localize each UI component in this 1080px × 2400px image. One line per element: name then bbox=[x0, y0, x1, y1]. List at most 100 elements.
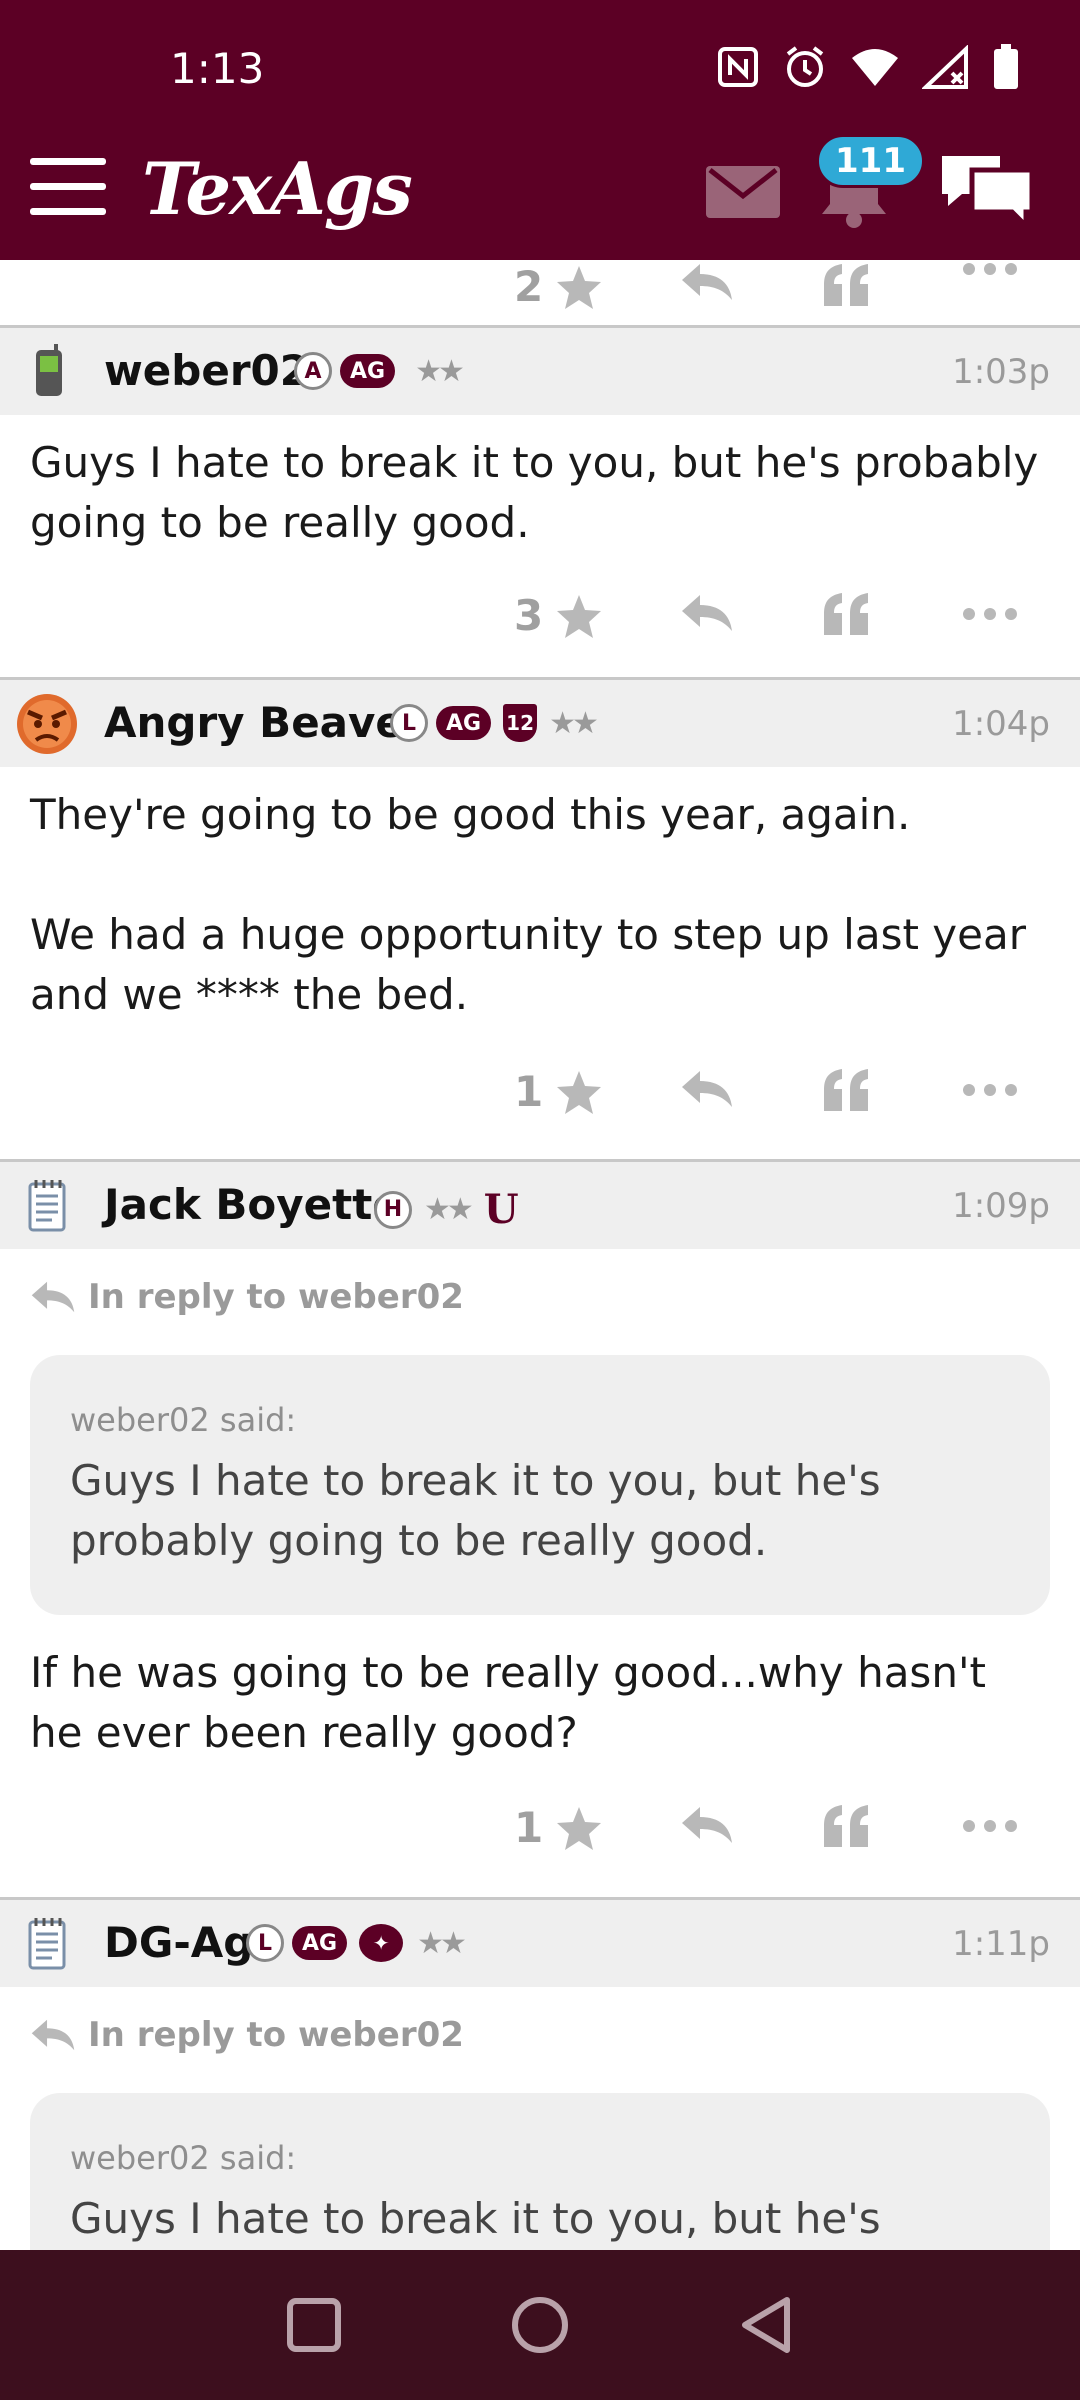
post-header: DG-Ag L AG ✦ ★★ 1:11p bbox=[0, 1900, 1080, 1987]
notification-count-badge: 111 bbox=[816, 134, 925, 188]
nfc-icon bbox=[718, 47, 758, 87]
user-badges: A AG ★★ bbox=[294, 352, 465, 390]
post-time: 1:04p bbox=[952, 704, 1050, 744]
badge-ag: AG bbox=[436, 706, 492, 740]
badge-a: A bbox=[294, 352, 332, 390]
quote-attribution: weber02 said: bbox=[70, 1401, 297, 1439]
quote-text: Guys I hate to break it to you, but he's… bbox=[70, 1456, 881, 1565]
user-badges: L AG 12 ★★ bbox=[390, 704, 599, 742]
like-count: 2 bbox=[514, 262, 544, 311]
like-button[interactable]: 3 bbox=[514, 591, 603, 640]
more-options-button[interactable] bbox=[962, 1083, 1018, 1097]
username[interactable]: DG-Ag bbox=[104, 1918, 253, 1967]
thread-feed[interactable]: 2 weber02 A AG ★★ 1:03p Guys I hate to b… bbox=[0, 260, 1080, 2250]
quote-button[interactable] bbox=[822, 262, 870, 306]
quoted-post: weber02 said: Guys I hate to break it to… bbox=[30, 1355, 1050, 1615]
post: Angry Beaver L AG 12 ★★ 1:04p They're go… bbox=[0, 680, 1080, 1159]
quote-icon bbox=[824, 1069, 868, 1111]
like-button[interactable]: 1 bbox=[514, 1067, 603, 1116]
quote-button[interactable] bbox=[822, 1067, 870, 1111]
post: weber02 A AG ★★ 1:03p Guys I hate to bre… bbox=[0, 328, 1080, 677]
post-time: 1:09p bbox=[952, 1186, 1050, 1226]
post-body: Guys I hate to break it to you, but he's… bbox=[30, 438, 1039, 547]
quote-icon bbox=[824, 1805, 868, 1847]
like-button[interactable]: 1 bbox=[514, 1803, 603, 1852]
badge-ag: AG bbox=[340, 354, 396, 388]
system-navigation-bar bbox=[0, 2250, 1080, 2400]
like-count: 3 bbox=[514, 591, 544, 640]
quote-text: Guys I hate to break it to you, but he's bbox=[70, 2194, 881, 2243]
recents-icon[interactable] bbox=[287, 2298, 341, 2352]
reply-button[interactable] bbox=[680, 262, 734, 302]
quote-button[interactable] bbox=[822, 591, 870, 635]
post-actions: 3 bbox=[0, 553, 1080, 677]
mascot-badge-icon: ✦ bbox=[359, 1924, 404, 1962]
battery-icon bbox=[994, 44, 1018, 89]
menu-button[interactable] bbox=[30, 158, 106, 215]
home-icon[interactable] bbox=[511, 2296, 569, 2354]
more-options-button[interactable] bbox=[962, 1819, 1018, 1833]
username[interactable]: Jack Boyette bbox=[104, 1180, 401, 1229]
username[interactable]: Angry Beaver bbox=[104, 698, 425, 747]
reply-button[interactable] bbox=[680, 593, 734, 633]
reply-icon bbox=[682, 1807, 732, 1843]
notepad-icon[interactable] bbox=[18, 1176, 78, 1236]
more-icon bbox=[963, 263, 1017, 275]
star-rating: ★★ bbox=[424, 1192, 474, 1227]
signal-icon bbox=[922, 45, 968, 89]
post: Jack Boyette H ★★ U 1:09p In reply to we… bbox=[0, 1162, 1080, 1897]
post-actions: 1 bbox=[0, 1763, 1080, 1897]
team-logo-badge: U bbox=[483, 1186, 519, 1233]
quote-icon bbox=[824, 593, 868, 635]
more-options-button[interactable] bbox=[962, 262, 1018, 276]
post-header: weber02 A AG ★★ 1:03p bbox=[0, 328, 1080, 415]
chat-button[interactable] bbox=[938, 150, 1036, 234]
angry-face-icon[interactable] bbox=[14, 690, 80, 756]
quoted-post: weber02 said: Guys I hate to break it to… bbox=[30, 2093, 1050, 2250]
more-icon bbox=[963, 1820, 1017, 1832]
like-count: 1 bbox=[514, 1067, 544, 1116]
reply-arrow-icon bbox=[31, 2019, 75, 2051]
more-icon bbox=[963, 1084, 1017, 1096]
status-icons bbox=[716, 44, 1020, 90]
back-icon[interactable] bbox=[739, 2296, 793, 2354]
post-header: Jack Boyette H ★★ U 1:09p bbox=[0, 1162, 1080, 1249]
phone-icon[interactable] bbox=[18, 342, 78, 402]
texags-logo[interactable]: TexAgs bbox=[142, 146, 413, 231]
user-badges: L AG ✦ ★★ bbox=[246, 1924, 467, 1962]
post-body: If he was going to be really good...why … bbox=[30, 1648, 986, 1757]
badge-12th-man: 12 bbox=[503, 704, 538, 742]
messages-button[interactable] bbox=[706, 166, 780, 222]
star-icon bbox=[557, 594, 602, 638]
more-icon bbox=[963, 608, 1017, 620]
star-rating: ★★ bbox=[415, 353, 465, 389]
reply-icon bbox=[682, 264, 732, 300]
post-time: 1:11p bbox=[952, 1924, 1050, 1964]
quote-button[interactable] bbox=[822, 1803, 870, 1847]
badge-l: L bbox=[246, 1924, 284, 1962]
star-icon bbox=[557, 265, 602, 309]
like-count: 1 bbox=[514, 1803, 544, 1852]
post-actions: 2 bbox=[0, 260, 1080, 325]
like-button[interactable]: 2 bbox=[514, 262, 603, 311]
post-time: 1:03p bbox=[952, 352, 1050, 392]
badge-ag: AG bbox=[292, 1926, 348, 1960]
badge-h: H bbox=[374, 1190, 412, 1229]
post-body: They're going to be good this year, agai… bbox=[30, 790, 1026, 1019]
username[interactable]: weber02 bbox=[104, 346, 309, 395]
reply-arrow-icon bbox=[31, 1281, 75, 1313]
notepad-icon[interactable] bbox=[18, 1914, 78, 1974]
reply-button[interactable] bbox=[680, 1069, 734, 1109]
star-rating: ★★ bbox=[417, 1925, 467, 1961]
star-icon bbox=[557, 1806, 602, 1850]
badge-l: L bbox=[390, 704, 428, 742]
chat-icon bbox=[942, 156, 1035, 233]
in-reply-to[interactable]: In reply to weber02 bbox=[0, 1249, 1080, 1317]
post-actions: 1 bbox=[0, 1025, 1080, 1159]
menu-icon bbox=[30, 158, 106, 165]
app-bar: 1:13 TexAgs 111 bbox=[0, 0, 1080, 260]
star-rating: ★★ bbox=[549, 705, 599, 741]
reply-button[interactable] bbox=[680, 1805, 734, 1845]
in-reply-to[interactable]: In reply to weber02 bbox=[0, 1987, 1080, 2055]
more-options-button[interactable] bbox=[962, 607, 1018, 621]
